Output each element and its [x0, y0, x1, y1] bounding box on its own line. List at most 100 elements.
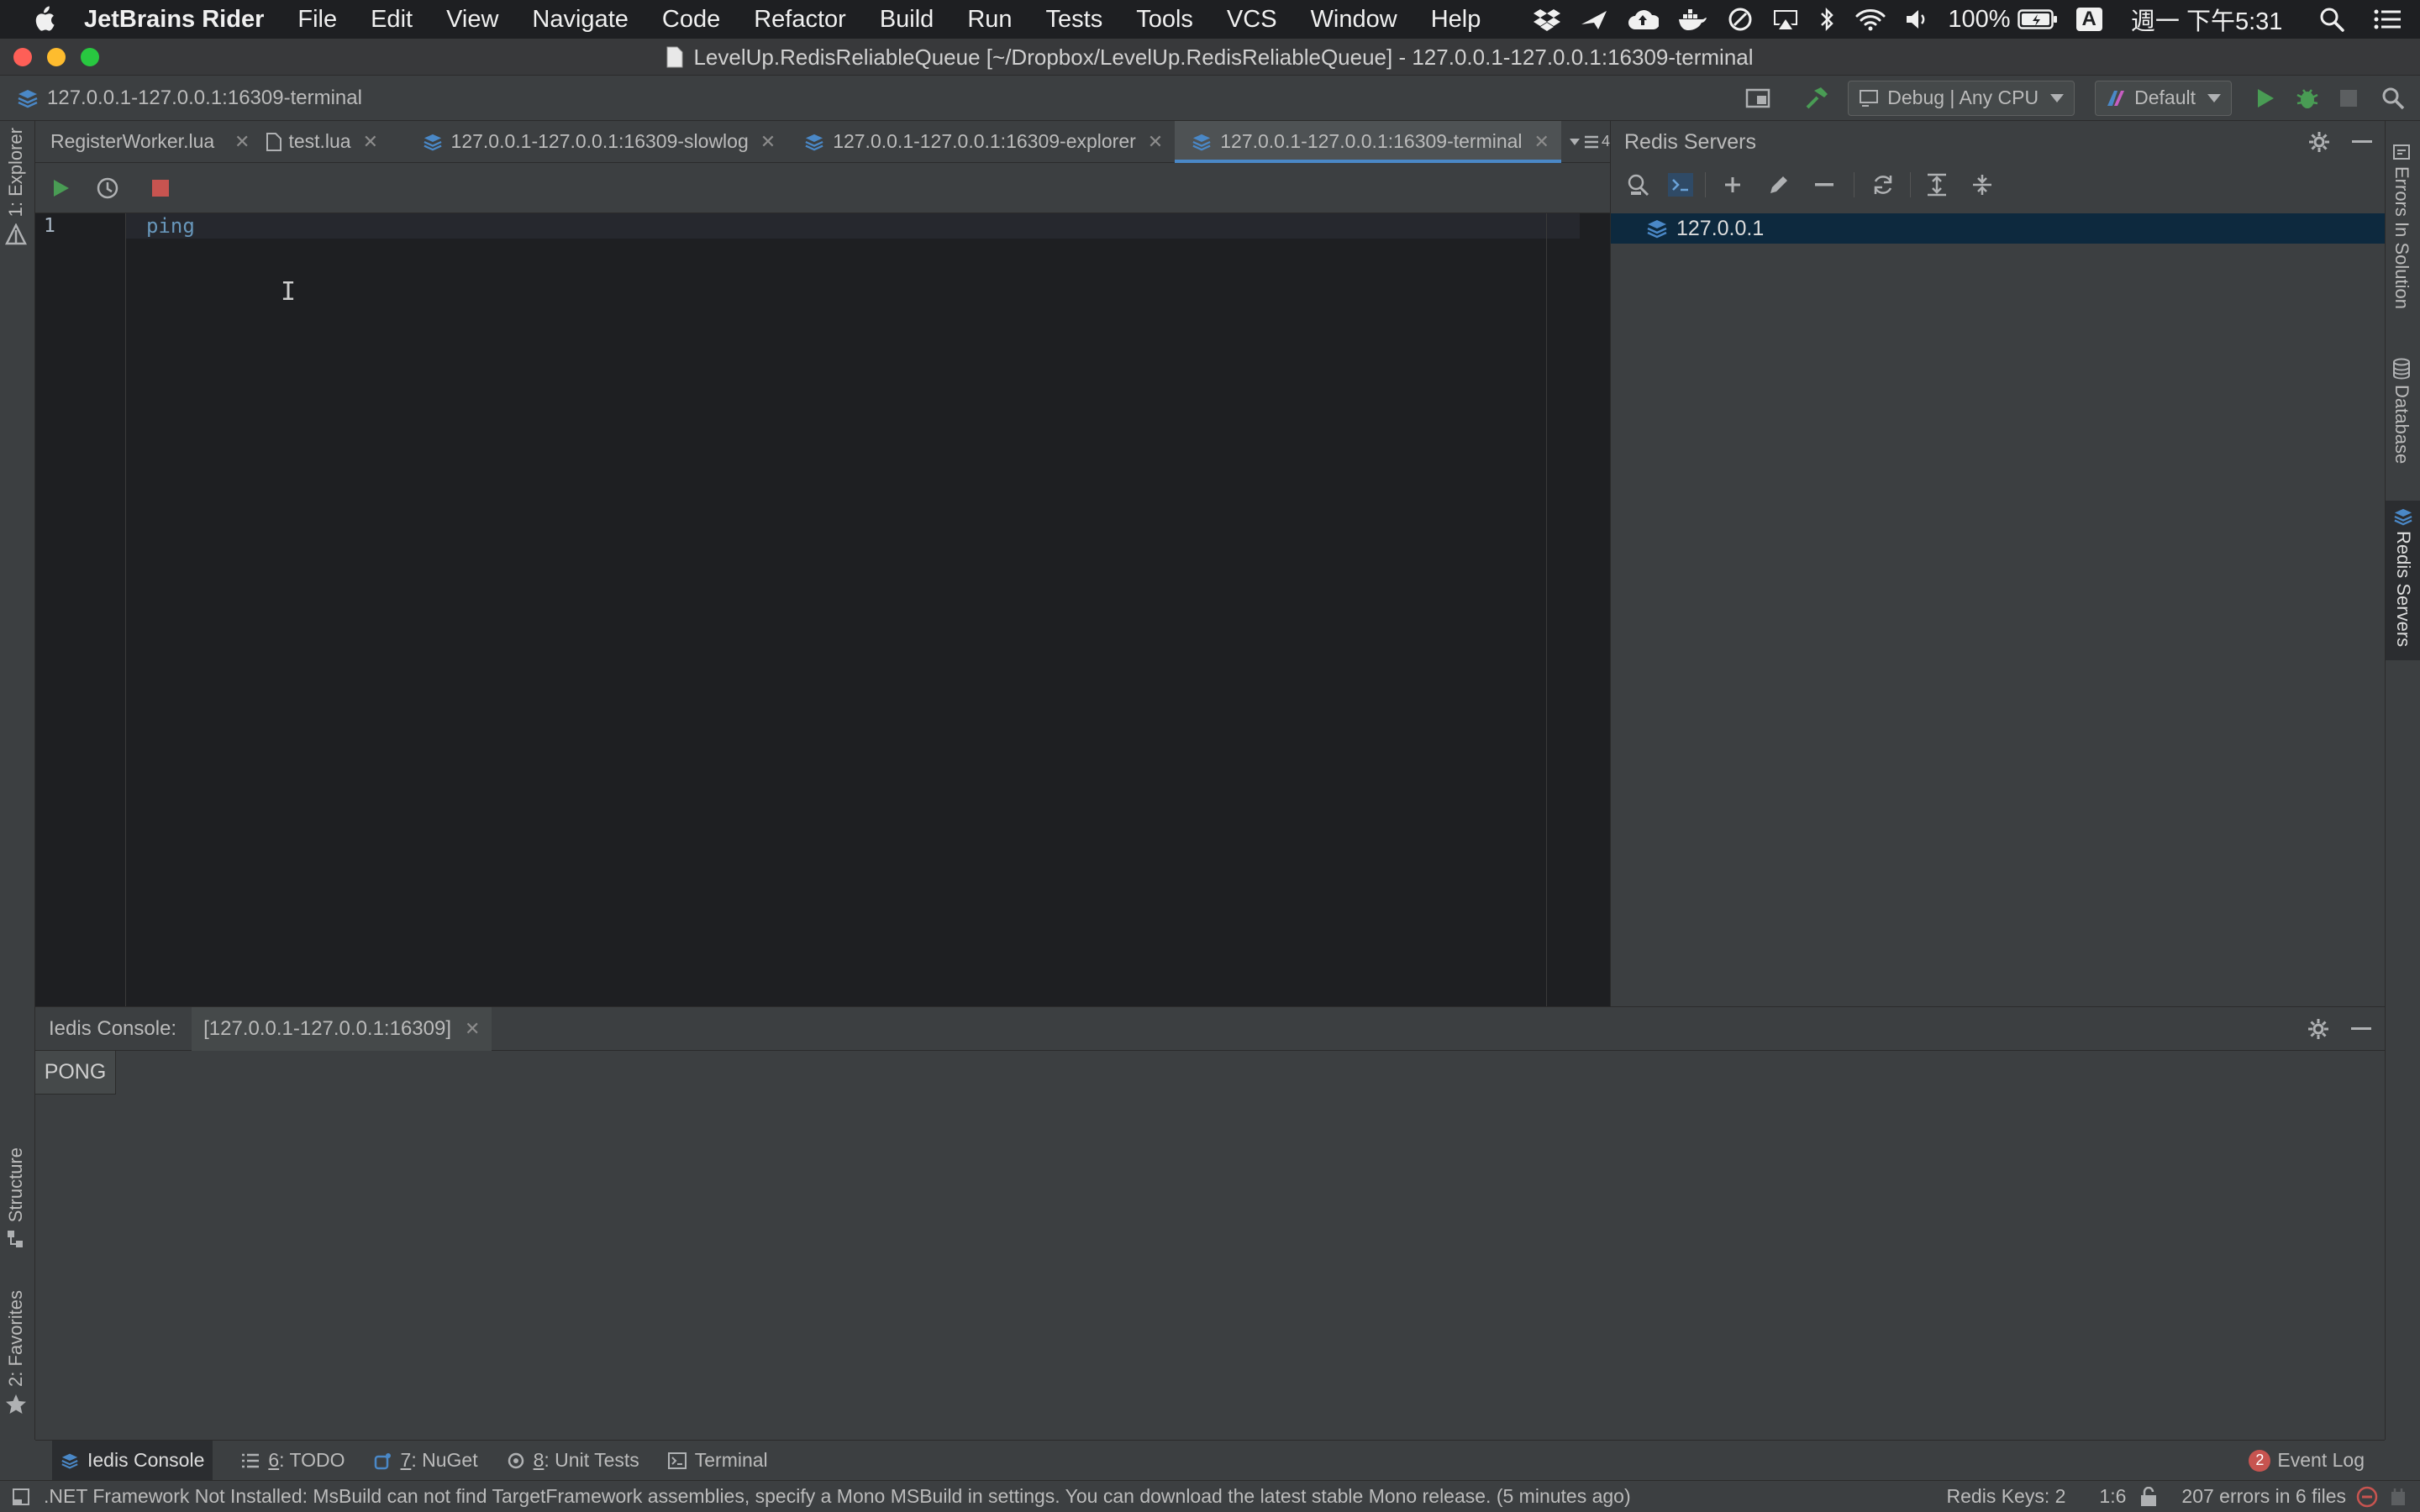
- input-method-badge[interactable]: A: [2075, 8, 2102, 31]
- nuget-tool-button[interactable]: 7: NuGet: [374, 1449, 478, 1472]
- explorer-tool-button[interactable]: 1: Explorer: [5, 128, 27, 245]
- unit-tests-tool-button[interactable]: 8: Unit Tests: [507, 1449, 639, 1472]
- refresh-icon[interactable]: [1871, 173, 1895, 197]
- code-line[interactable]: ping: [146, 214, 195, 238]
- menu-view[interactable]: View: [446, 6, 498, 34]
- server-label: 127.0.0.1: [1676, 216, 1765, 240]
- caret-position[interactable]: 1:6: [2099, 1485, 2126, 1508]
- battery-percent[interactable]: 100%: [1948, 6, 2010, 34]
- menu-tests[interactable]: Tests: [1046, 6, 1103, 34]
- console-output-text: PONG: [44, 1060, 107, 1084]
- menu-tools[interactable]: Tools: [1136, 6, 1193, 34]
- errors-tool-button[interactable]: Errors In Solution: [2391, 143, 2412, 309]
- menu-file[interactable]: File: [297, 6, 337, 34]
- console-header: Iedis Console: [127.0.0.1-127.0.0.1:1630…: [35, 1006, 2385, 1051]
- configuration-selector[interactable]: Debug | Any CPU: [1848, 80, 2075, 116]
- cloud-upload-icon[interactable]: [1627, 8, 1660, 31]
- run-icon[interactable]: [2255, 87, 2275, 109]
- close-tab-icon[interactable]: ✕: [234, 131, 250, 153]
- structure-tool-button[interactable]: Structure: [5, 1147, 27, 1249]
- gear-icon[interactable]: [2308, 131, 2330, 153]
- toolbar-divider: [1910, 172, 1911, 197]
- find-key-icon[interactable]: [1626, 173, 1649, 197]
- editor-tabs: RegisterWorker.lua ✕ test.lua ✕ 127.0.0.…: [35, 120, 1610, 163]
- close-tab-icon[interactable]: ✕: [465, 1018, 480, 1040]
- event-log-tool-button[interactable]: 2 Event Log: [2249, 1449, 2365, 1472]
- close-tab-icon[interactable]: ✕: [1534, 131, 1549, 153]
- spotlight-icon[interactable]: [2319, 7, 2345, 32]
- expand-all-icon[interactable]: [1926, 173, 1948, 197]
- close-tab-icon[interactable]: ✕: [363, 131, 378, 153]
- layout-icon[interactable]: [1745, 87, 1770, 109]
- run-target-selector[interactable]: Default: [2095, 80, 2232, 116]
- status-toggle-icon[interactable]: [12, 1488, 30, 1506]
- app-menu[interactable]: JetBrains Rider: [84, 6, 264, 34]
- bluetooth-icon[interactable]: [1818, 7, 1837, 32]
- hide-panel-icon[interactable]: [2352, 139, 2372, 144]
- edit-icon[interactable]: [1768, 174, 1790, 196]
- breadcrumb[interactable]: 127.0.0.1-127.0.0.1:16309-terminal: [47, 87, 362, 110]
- hide-panel-icon[interactable]: [2351, 1026, 2371, 1032]
- code-editor[interactable]: 1 ping Ι: [35, 213, 1610, 1006]
- tab-explorer[interactable]: 127.0.0.1-127.0.0.1:16309-explorer ✕: [787, 121, 1175, 163]
- console-tab-label: [127.0.0.1-127.0.0.1:16309]: [203, 1016, 452, 1040]
- todo-tool-button[interactable]: 6: TODO: [241, 1449, 345, 1472]
- notification-center-icon[interactable]: [2373, 8, 2402, 30]
- airplay-icon[interactable]: [1771, 8, 1800, 31]
- tab-registerworker-lua[interactable]: RegisterWorker.lua ✕: [35, 121, 250, 163]
- redis-servers-tool-button[interactable]: Redis Servers: [2386, 501, 2420, 660]
- console-tab[interactable]: [127.0.0.1-127.0.0.1:16309] ✕: [192, 1006, 492, 1051]
- debug-icon[interactable]: [2296, 87, 2319, 110]
- nuget-label: : NuGet: [411, 1449, 478, 1471]
- collapse-all-icon[interactable]: [1971, 173, 1993, 197]
- tab-label: 127.0.0.1-127.0.0.1:16309-explorer: [833, 130, 1136, 152]
- airmail-icon[interactable]: [1580, 8, 1608, 31]
- menu-vcs[interactable]: VCS: [1227, 6, 1277, 34]
- menu-code[interactable]: Code: [662, 6, 720, 34]
- database-tool-label: Database: [2391, 385, 2412, 465]
- database-tool-button[interactable]: Database: [2391, 358, 2412, 464]
- lock-icon[interactable]: [2139, 1486, 2158, 1507]
- run-query-icon[interactable]: [52, 178, 71, 198]
- menu-navigate[interactable]: Navigate: [532, 6, 628, 34]
- build-hammer-icon[interactable]: [1804, 86, 1829, 111]
- apple-icon[interactable]: [32, 6, 55, 33]
- dropbox-icon[interactable]: [1533, 8, 1561, 31]
- iedis-console-tool-button[interactable]: Iedis Console: [52, 1440, 213, 1481]
- wifi-icon[interactable]: [1855, 8, 1886, 31]
- sync-icon[interactable]: [1728, 7, 1753, 32]
- menu-run[interactable]: Run: [967, 6, 1012, 34]
- menu-window[interactable]: Window: [1311, 6, 1397, 34]
- tab-label: test.lua: [288, 130, 351, 152]
- memory-indicator-icon[interactable]: [2388, 1487, 2408, 1507]
- docker-icon[interactable]: [1677, 8, 1709, 31]
- server-tree-item[interactable]: 127.0.0.1: [1611, 213, 2386, 244]
- console-icon[interactable]: [1668, 173, 1693, 197]
- add-icon[interactable]: [1723, 175, 1743, 195]
- menu-build[interactable]: Build: [880, 6, 934, 34]
- menu-help[interactable]: Help: [1431, 6, 1481, 34]
- errors-summary[interactable]: 207 errors in 6 files: [2181, 1485, 2346, 1508]
- error-stop-icon[interactable]: [2356, 1486, 2378, 1508]
- favorites-tool-button[interactable]: 2: Favorites: [5, 1290, 27, 1415]
- tab-test-lua[interactable]: test.lua ✕: [250, 121, 405, 163]
- close-tab-icon[interactable]: ✕: [1148, 131, 1163, 153]
- search-everywhere-icon[interactable]: [2381, 87, 2405, 110]
- remove-icon[interactable]: [1815, 182, 1833, 187]
- menubar-clock[interactable]: 週一 下午5:31: [2131, 2, 2283, 37]
- close-tab-icon[interactable]: ✕: [760, 131, 776, 153]
- tab-slowlog[interactable]: 127.0.0.1-127.0.0.1:16309-slowlog ✕: [406, 121, 788, 163]
- volume-icon[interactable]: [1904, 8, 1929, 31]
- status-message[interactable]: .NET Framework Not Installed: MsBuild ca…: [44, 1485, 1631, 1508]
- history-icon[interactable]: [96, 176, 119, 200]
- menu-refactor[interactable]: Refactor: [754, 6, 846, 34]
- battery-icon[interactable]: [2017, 8, 2058, 30]
- stop-icon[interactable]: [2339, 89, 2358, 108]
- stop-query-icon[interactable]: [151, 179, 170, 197]
- terminal-tool-button[interactable]: Terminal: [667, 1449, 768, 1472]
- database-icon: [2391, 358, 2412, 380]
- gear-icon[interactable]: [2307, 1018, 2329, 1040]
- tabs-overflow-button[interactable]: 4: [1569, 133, 1610, 150]
- tab-terminal[interactable]: 127.0.0.1-127.0.0.1:16309-terminal ✕: [1175, 120, 1561, 163]
- menu-edit[interactable]: Edit: [371, 6, 413, 34]
